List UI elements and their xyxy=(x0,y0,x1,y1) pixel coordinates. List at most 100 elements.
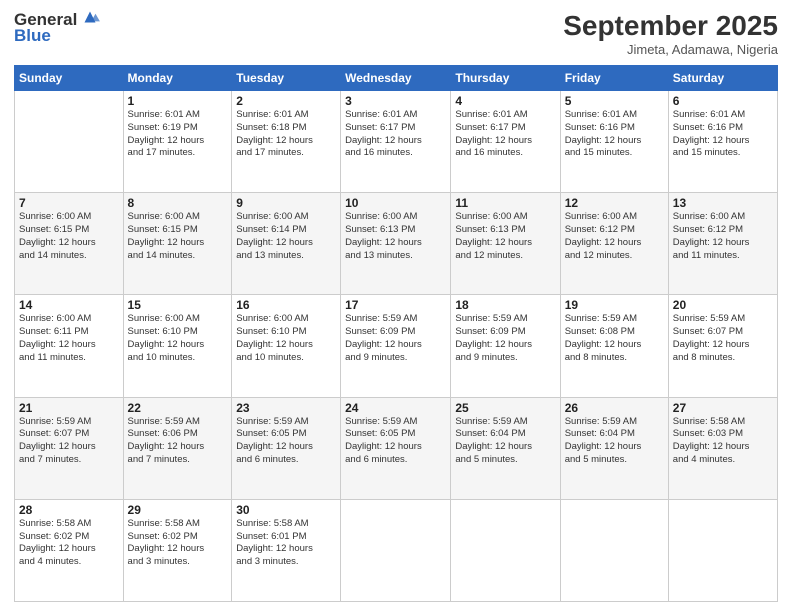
calendar-cell: 26Sunrise: 5:59 AM Sunset: 6:04 PM Dayli… xyxy=(560,397,668,499)
day-number: 22 xyxy=(128,401,228,415)
day-info: Sunrise: 5:59 AM Sunset: 6:05 PM Dayligh… xyxy=(236,416,336,467)
day-number: 19 xyxy=(565,298,664,312)
calendar-cell: 12Sunrise: 6:00 AM Sunset: 6:12 PM Dayli… xyxy=(560,193,668,295)
calendar-cell: 6Sunrise: 6:01 AM Sunset: 6:16 PM Daylig… xyxy=(668,91,777,193)
day-number: 15 xyxy=(128,298,228,312)
day-number: 11 xyxy=(455,196,555,210)
day-info: Sunrise: 6:00 AM Sunset: 6:14 PM Dayligh… xyxy=(236,211,336,262)
calendar-cell: 4Sunrise: 6:01 AM Sunset: 6:17 PM Daylig… xyxy=(451,91,560,193)
calendar-cell: 23Sunrise: 5:59 AM Sunset: 6:05 PM Dayli… xyxy=(232,397,341,499)
calendar-table: Sunday Monday Tuesday Wednesday Thursday… xyxy=(14,65,778,602)
calendar-cell: 7Sunrise: 6:00 AM Sunset: 6:15 PM Daylig… xyxy=(15,193,124,295)
day-info: Sunrise: 5:59 AM Sunset: 6:05 PM Dayligh… xyxy=(345,416,446,467)
day-number: 20 xyxy=(673,298,773,312)
day-info: Sunrise: 6:00 AM Sunset: 6:15 PM Dayligh… xyxy=(128,211,228,262)
col-wednesday: Wednesday xyxy=(341,66,451,91)
day-number: 24 xyxy=(345,401,446,415)
day-info: Sunrise: 5:59 AM Sunset: 6:04 PM Dayligh… xyxy=(455,416,555,467)
week-row-5: 28Sunrise: 5:58 AM Sunset: 6:02 PM Dayli… xyxy=(15,499,778,601)
day-number: 6 xyxy=(673,94,773,108)
day-info: Sunrise: 6:00 AM Sunset: 6:10 PM Dayligh… xyxy=(128,313,228,364)
calendar-cell: 5Sunrise: 6:01 AM Sunset: 6:16 PM Daylig… xyxy=(560,91,668,193)
week-row-3: 14Sunrise: 6:00 AM Sunset: 6:11 PM Dayli… xyxy=(15,295,778,397)
day-number: 10 xyxy=(345,196,446,210)
day-number: 14 xyxy=(19,298,119,312)
col-sunday: Sunday xyxy=(15,66,124,91)
day-info: Sunrise: 6:00 AM Sunset: 6:11 PM Dayligh… xyxy=(19,313,119,364)
calendar-cell: 21Sunrise: 5:59 AM Sunset: 6:07 PM Dayli… xyxy=(15,397,124,499)
day-number: 13 xyxy=(673,196,773,210)
day-number: 9 xyxy=(236,196,336,210)
col-friday: Friday xyxy=(560,66,668,91)
day-info: Sunrise: 6:01 AM Sunset: 6:18 PM Dayligh… xyxy=(236,109,336,160)
day-info: Sunrise: 6:01 AM Sunset: 6:17 PM Dayligh… xyxy=(345,109,446,160)
calendar-cell: 28Sunrise: 5:58 AM Sunset: 6:02 PM Dayli… xyxy=(15,499,124,601)
week-row-4: 21Sunrise: 5:59 AM Sunset: 6:07 PM Dayli… xyxy=(15,397,778,499)
calendar-cell: 24Sunrise: 5:59 AM Sunset: 6:05 PM Dayli… xyxy=(341,397,451,499)
day-info: Sunrise: 6:00 AM Sunset: 6:13 PM Dayligh… xyxy=(455,211,555,262)
calendar-cell: 13Sunrise: 6:00 AM Sunset: 6:12 PM Dayli… xyxy=(668,193,777,295)
col-tuesday: Tuesday xyxy=(232,66,341,91)
day-number: 4 xyxy=(455,94,555,108)
calendar-cell: 30Sunrise: 5:58 AM Sunset: 6:01 PM Dayli… xyxy=(232,499,341,601)
calendar-cell xyxy=(668,499,777,601)
day-number: 16 xyxy=(236,298,336,312)
calendar-cell: 16Sunrise: 6:00 AM Sunset: 6:10 PM Dayli… xyxy=(232,295,341,397)
page: General Blue September 2025 Jimeta, Adam… xyxy=(0,0,792,612)
header-row: Sunday Monday Tuesday Wednesday Thursday… xyxy=(15,66,778,91)
location: Jimeta, Adamawa, Nigeria xyxy=(563,42,778,57)
day-info: Sunrise: 5:59 AM Sunset: 6:04 PM Dayligh… xyxy=(565,416,664,467)
day-info: Sunrise: 5:59 AM Sunset: 6:06 PM Dayligh… xyxy=(128,416,228,467)
col-saturday: Saturday xyxy=(668,66,777,91)
day-number: 1 xyxy=(128,94,228,108)
calendar-cell: 1Sunrise: 6:01 AM Sunset: 6:19 PM Daylig… xyxy=(123,91,232,193)
logo: General Blue xyxy=(14,10,101,46)
calendar-cell: 22Sunrise: 5:59 AM Sunset: 6:06 PM Dayli… xyxy=(123,397,232,499)
day-info: Sunrise: 5:59 AM Sunset: 6:08 PM Dayligh… xyxy=(565,313,664,364)
calendar-cell xyxy=(341,499,451,601)
week-row-2: 7 Sunrise: 6:00 AM Sunset: 6:15 PM Daylig… xyxy=(15,193,778,295)
day-number: 25 xyxy=(455,401,555,415)
day-number: 21 xyxy=(19,401,119,415)
calendar-cell: 20Sunrise: 5:59 AM Sunset: 6:07 PM Dayli… xyxy=(668,295,777,397)
calendar-cell: 10Sunrise: 6:00 AM Sunset: 6:13 PM Dayli… xyxy=(341,193,451,295)
week-row-1: 1Sunrise: 6:01 AM Sunset: 6:19 PM Daylig… xyxy=(15,91,778,193)
calendar-cell xyxy=(451,499,560,601)
day-info: Sunrise: 5:58 AM Sunset: 6:01 PM Dayligh… xyxy=(236,518,336,569)
day-number: 29 xyxy=(128,503,228,517)
calendar-cell: 15Sunrise: 6:00 AM Sunset: 6:10 PM Dayli… xyxy=(123,295,232,397)
col-thursday: Thursday xyxy=(451,66,560,91)
col-monday: Monday xyxy=(123,66,232,91)
day-number: 12 xyxy=(565,196,664,210)
calendar-cell: 19Sunrise: 5:59 AM Sunset: 6:08 PM Dayli… xyxy=(560,295,668,397)
day-number: 7 xyxy=(19,196,119,210)
day-number: 8 xyxy=(128,196,228,210)
day-info: Sunrise: 5:59 AM Sunset: 6:09 PM Dayligh… xyxy=(345,313,446,364)
day-number: 27 xyxy=(673,401,773,415)
calendar-cell: 27Sunrise: 5:58 AM Sunset: 6:03 PM Dayli… xyxy=(668,397,777,499)
day-info: Sunrise: 5:59 AM Sunset: 6:07 PM Dayligh… xyxy=(673,313,773,364)
day-number: 5 xyxy=(565,94,664,108)
day-info: Sunrise: 5:58 AM Sunset: 6:02 PM Dayligh… xyxy=(19,518,119,569)
day-info: Sunrise: 6:00 AM Sunset: 6:12 PM Dayligh… xyxy=(673,211,773,262)
day-info: Sunrise: 6:00 AM Sunset: 6:10 PM Dayligh… xyxy=(236,313,336,364)
day-number: 2 xyxy=(236,94,336,108)
calendar-cell: 25Sunrise: 5:59 AM Sunset: 6:04 PM Dayli… xyxy=(451,397,560,499)
logo-icon xyxy=(79,6,101,28)
calendar-cell: 9Sunrise: 6:00 AM Sunset: 6:14 PM Daylig… xyxy=(232,193,341,295)
month-title: September 2025 xyxy=(563,10,778,42)
day-number: 26 xyxy=(565,401,664,415)
calendar-cell: 18Sunrise: 5:59 AM Sunset: 6:09 PM Dayli… xyxy=(451,295,560,397)
calendar-cell xyxy=(560,499,668,601)
day-info: Sunrise: 6:00 AM Sunset: 6:12 PM Dayligh… xyxy=(565,211,664,262)
day-number: 3 xyxy=(345,94,446,108)
day-number: 18 xyxy=(455,298,555,312)
header: General Blue September 2025 Jimeta, Adam… xyxy=(14,10,778,57)
calendar-cell: 2Sunrise: 6:01 AM Sunset: 6:18 PM Daylig… xyxy=(232,91,341,193)
calendar-cell: 17Sunrise: 5:59 AM Sunset: 6:09 PM Dayli… xyxy=(341,295,451,397)
day-info: Sunrise: 5:58 AM Sunset: 6:03 PM Dayligh… xyxy=(673,416,773,467)
day-number: 30 xyxy=(236,503,336,517)
day-info: Sunrise: 6:01 AM Sunset: 6:16 PM Dayligh… xyxy=(673,109,773,160)
title-block: September 2025 Jimeta, Adamawa, Nigeria xyxy=(563,10,778,57)
day-info: Sunrise: 5:59 AM Sunset: 6:09 PM Dayligh… xyxy=(455,313,555,364)
